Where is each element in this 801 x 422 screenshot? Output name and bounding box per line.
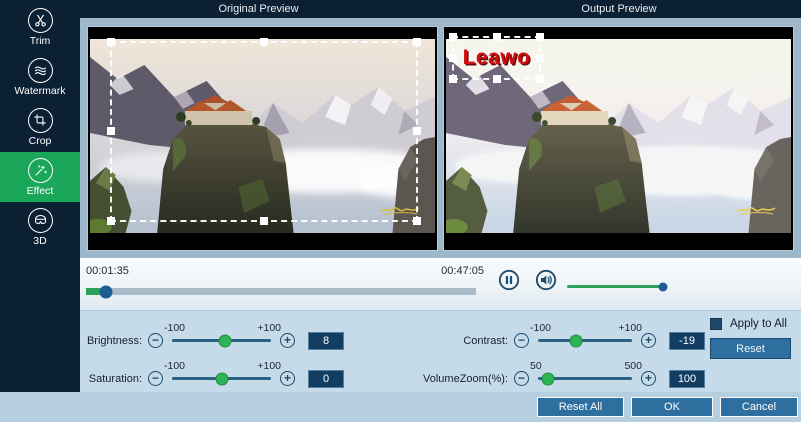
crop-handle[interactable]	[106, 38, 115, 47]
pause-button[interactable]	[498, 269, 520, 291]
duration-time: 00:47:05	[441, 265, 484, 277]
elapsed-time: 00:01:35	[86, 265, 129, 277]
original-preview-title: Original Preview	[218, 3, 299, 15]
range-min-label: -100	[164, 322, 186, 334]
watermark-handle[interactable]	[449, 53, 458, 62]
crop-handle[interactable]	[106, 127, 115, 136]
range-max-label: +100	[257, 360, 281, 372]
range-min-label: 50	[530, 360, 542, 372]
crop-selection-box[interactable]	[106, 38, 422, 225]
contrast-row: Contrast: − -100 +100 + -19	[411, 322, 705, 350]
footer-bar: Reset All OK Cancel	[0, 392, 801, 422]
crop-icon	[27, 107, 53, 133]
preview-header: Original Preview Output Preview	[80, 0, 801, 18]
saturation-value: 0	[308, 369, 344, 388]
brightness-thumb[interactable]	[218, 334, 232, 347]
range-max-label: +100	[257, 322, 281, 334]
contrast-slider[interactable]: -100 +100	[530, 322, 642, 347]
preview-stage: Leawo	[80, 18, 801, 258]
watermark-handle[interactable]	[536, 32, 544, 41]
saturation-increase-button[interactable]: +	[280, 371, 295, 386]
watermark-handle[interactable]	[536, 53, 544, 62]
brightness-slider[interactable]: -100 +100	[164, 322, 281, 347]
contrast-label: Contrast:	[463, 334, 508, 347]
output-preview-pane: Leawo	[443, 26, 794, 251]
crop-handle[interactable]	[260, 38, 269, 47]
sidebar-item-watermark[interactable]: Watermark	[0, 52, 80, 102]
crop-handle[interactable]	[106, 216, 115, 225]
contrast-thumb[interactable]	[569, 334, 583, 347]
seek-bar[interactable]	[86, 285, 476, 298]
crop-handle[interactable]	[260, 216, 269, 225]
leawo-watermark-text: Leawo	[462, 45, 531, 69]
volumezoom-slider[interactable]: 50 500	[530, 360, 642, 385]
contrast-increase-button[interactable]: +	[641, 333, 656, 348]
3d-glasses-icon	[27, 207, 53, 233]
watermark-handle[interactable]	[492, 74, 501, 83]
player-bar: 00:01:35 00:47:05	[80, 258, 801, 310]
saturation-thumb[interactable]	[215, 372, 228, 385]
range-max-label: 500	[624, 360, 642, 372]
sidebar-item-crop[interactable]: Crop	[0, 102, 80, 152]
contrast-decrease-button[interactable]: −	[514, 333, 529, 348]
reset-all-button[interactable]: Reset All	[537, 397, 624, 417]
reset-button[interactable]: Reset	[710, 338, 791, 359]
waves-icon	[27, 57, 53, 83]
output-preview-title: Output Preview	[581, 3, 657, 15]
cancel-button[interactable]: Cancel	[720, 397, 798, 417]
brightness-label: Brightness:	[86, 334, 142, 347]
sidebar-item-trim[interactable]: Trim	[0, 2, 80, 52]
volumezoom-thumb[interactable]	[541, 372, 555, 385]
sidebar-item-label: Effect	[26, 184, 54, 197]
watermark-handle[interactable]	[536, 74, 544, 83]
volumezoom-label: VolumeZoom(%):	[423, 372, 508, 385]
sidebar-item-label: Trim	[29, 34, 51, 47]
watermark-handle[interactable]	[449, 32, 458, 41]
volumezoom-increase-button[interactable]: +	[641, 371, 656, 386]
sidebar-item-label: 3D	[33, 234, 47, 247]
sidebar-item-3d[interactable]: 3D	[0, 202, 80, 252]
apply-to-all-label: Apply to All	[730, 318, 787, 330]
volumezoom-value: 100	[669, 369, 705, 388]
apply-to-all-row: Apply to All	[710, 318, 787, 330]
sidebar: Trim Watermark Crop Effect 3D	[0, 0, 80, 392]
brightness-decrease-button[interactable]: −	[148, 333, 163, 348]
volume-button[interactable]	[535, 269, 557, 291]
original-preview-pane	[87, 26, 438, 251]
watermark-selection-box[interactable]: Leawo	[449, 32, 544, 83]
sidebar-item-label: Watermark	[14, 84, 66, 97]
contrast-value: -19	[669, 331, 705, 350]
signature-watermark	[735, 203, 777, 217]
seek-thumb[interactable]	[99, 285, 112, 298]
saturation-label: Saturation:	[88, 372, 142, 385]
crop-handle[interactable]	[413, 127, 422, 136]
sidebar-item-effect[interactable]: Effect	[0, 152, 80, 202]
effect-settings-window: Trim Watermark Crop Effect 3D Original P…	[0, 0, 801, 422]
crop-handle[interactable]	[413, 216, 422, 225]
range-max-label: +100	[618, 322, 642, 334]
magic-wand-icon	[27, 157, 53, 183]
saturation-slider[interactable]: -100 +100	[164, 360, 281, 385]
range-min-label: -100	[530, 322, 552, 334]
apply-to-all-checkbox[interactable]	[710, 318, 722, 330]
watermark-handle[interactable]	[492, 32, 501, 41]
volumezoom-decrease-button[interactable]: −	[514, 371, 529, 386]
saturation-row: Saturation: − -100 +100 + 0	[84, 360, 344, 388]
brightness-increase-button[interactable]: +	[280, 333, 295, 348]
sidebar-item-label: Crop	[28, 134, 52, 147]
saturation-decrease-button[interactable]: −	[148, 371, 163, 386]
effect-adjustments-panel: Brightness: − -100 +100 + 8 Contrast: − …	[80, 310, 801, 392]
scissors-icon	[27, 7, 53, 33]
volume-thumb[interactable]	[658, 282, 668, 291]
watermark-handle[interactable]	[449, 74, 458, 83]
brightness-row: Brightness: − -100 +100 + 8	[84, 322, 344, 350]
brightness-value: 8	[308, 331, 344, 350]
range-min-label: -100	[164, 360, 186, 372]
volumezoom-row: VolumeZoom(%): − 50 500 + 100	[411, 360, 705, 388]
crop-handle[interactable]	[413, 38, 422, 47]
volume-slider[interactable]	[567, 282, 668, 291]
ok-button[interactable]: OK	[631, 397, 713, 417]
